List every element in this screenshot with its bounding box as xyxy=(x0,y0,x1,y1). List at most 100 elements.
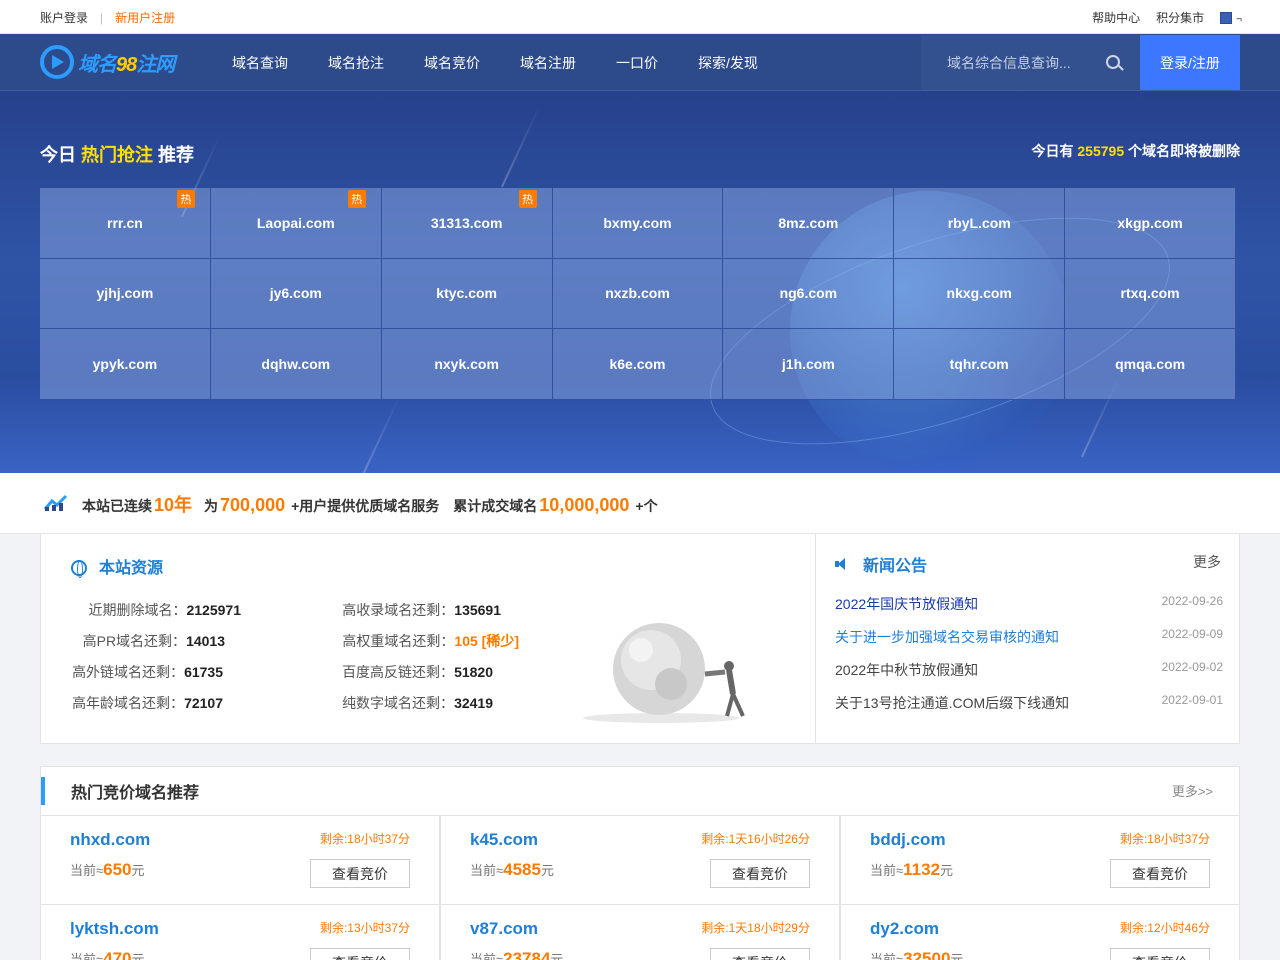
auction-card: v87.com 剩余:1天18小时29分当前≈23784元 查看竞价 xyxy=(440,905,840,960)
hot-domain-cell[interactable]: Laopai.com 热 xyxy=(210,188,382,259)
auction-card: lyktsh.com 剩余:13小时37分当前≈470元 查看竞价 xyxy=(40,905,440,960)
hot-domain-cell[interactable]: 8mz.com xyxy=(723,188,895,259)
news-item-date: 2022-09-09 xyxy=(1161,627,1223,641)
auction-domain-name[interactable]: k45.com xyxy=(470,830,538,850)
search-input[interactable] xyxy=(921,35,1101,90)
hot-domain-cell[interactable]: rtxq.com xyxy=(1065,258,1236,330)
stat-item: 近期删除域名：2125971 xyxy=(88,602,241,618)
hot-domain-cell[interactable]: jy6.com xyxy=(210,258,382,330)
help-center-link[interactable]: 帮助中心 xyxy=(1092,9,1140,26)
domain-name: ypyk.com xyxy=(92,356,158,373)
main-nav: 域名98注网 域名查询 域名抢注 域名竞价 域名注册 一口价 探索/发现 登录/… xyxy=(0,34,1280,91)
register-link[interactable]: 新用户注册 xyxy=(115,9,175,26)
top-bar: 账户登录 | 新用户注册 帮助中心 积分集市 ¬ xyxy=(0,0,1280,34)
domain-name: rbyL.com xyxy=(947,214,1011,231)
hot-domain-cell[interactable]: qmqa.com xyxy=(1065,329,1236,400)
chart-trend-icon xyxy=(44,494,68,511)
auction-domain-name[interactable]: dy2.com xyxy=(870,919,939,939)
domain-name: tqhr.com xyxy=(949,356,1009,373)
stat-item: 高外链域名还剩：61735 xyxy=(72,664,223,680)
time-remaining: 剩余:12小时46分 xyxy=(1119,921,1210,935)
nav-item-auction[interactable]: 域名竞价 xyxy=(424,53,480,73)
hot-domain-cell[interactable]: 31313.com 热 xyxy=(381,188,553,259)
hot-domain-cell[interactable]: rbyL.com xyxy=(894,188,1066,259)
view-auction-button[interactable]: 查看竞价 xyxy=(710,948,810,960)
hot-badge: 热 xyxy=(176,190,195,208)
view-auction-button[interactable]: 查看竞价 xyxy=(1110,948,1210,960)
login-register-button[interactable]: 登录/注册 xyxy=(1140,35,1240,90)
hot-domain-cell[interactable]: tqhr.com xyxy=(894,329,1066,400)
hot-domain-cell[interactable]: rrr.cn 热 xyxy=(40,188,211,259)
streak-decoration xyxy=(501,104,541,188)
auction-domain-name[interactable]: bddj.com xyxy=(870,830,946,850)
hot-domain-cell[interactable]: ng6.com xyxy=(723,258,895,330)
hot-domain-cell[interactable]: ktyc.com xyxy=(381,258,553,330)
auction-more-link[interactable]: 更多>> xyxy=(1172,781,1213,800)
section-title: 热门竞价域名推荐 xyxy=(71,785,200,802)
domain-name: k6e.com xyxy=(609,356,666,373)
divider xyxy=(815,534,816,744)
auction-section-header: 热门竞价域名推荐 更多>> xyxy=(40,766,1240,816)
domain-name: Laopai.com xyxy=(256,214,335,231)
hot-domain-grid: rrr.cn 热 Laopai.com 热 31313.com 热 bxmy.com 8mz.… xyxy=(40,188,1236,400)
site-logo[interactable]: 域名98注网 xyxy=(40,42,175,82)
news-item[interactable]: 2022年国庆节放假通知 2022-09-26 xyxy=(835,594,1223,614)
hot-domain-cell[interactable]: xkgp.com xyxy=(1065,188,1236,259)
hot-domain-cell[interactable]: nxyk.com xyxy=(381,329,553,400)
mobile-icon[interactable]: ¬ xyxy=(1220,11,1242,25)
nav-item-register[interactable]: 域名注册 xyxy=(520,53,576,73)
auction-domain-name[interactable]: nhxd.com xyxy=(70,830,150,850)
deleting-count: 今日有 255795 个域名即将被删除 xyxy=(1031,143,1241,159)
auction-domain-name[interactable]: lyktsh.com xyxy=(70,919,159,939)
login-link[interactable]: 账户登录 xyxy=(40,9,88,26)
hot-domain-cell[interactable]: ypyk.com xyxy=(40,329,211,400)
domain-name: nxzb.com xyxy=(605,285,670,302)
domain-name: bxmy.com xyxy=(603,214,672,231)
boulder-illustration xyxy=(583,623,745,723)
news-item[interactable]: 2022年中秋节放假通知 2022-09-02 xyxy=(835,660,1223,680)
news-title: 新闻公告 xyxy=(835,552,927,576)
hot-domain-cell[interactable]: k6e.com xyxy=(552,329,724,400)
domain-name: jy6.com xyxy=(269,285,322,302)
nav-item-snapback[interactable]: 域名抢注 xyxy=(328,53,384,73)
time-remaining: 剩余:18小时37分 xyxy=(1119,832,1210,846)
view-auction-button[interactable]: 查看竞价 xyxy=(310,948,410,960)
streak-decoration xyxy=(361,394,401,473)
hot-domain-cell[interactable]: nxzb.com xyxy=(552,258,724,330)
logo-icon xyxy=(40,45,74,79)
auction-domain-name[interactable]: v87.com xyxy=(470,919,538,939)
hot-domain-cell[interactable]: nkxg.com xyxy=(894,258,1066,330)
news-item-title[interactable]: 2022年国庆节放假通知 xyxy=(835,594,978,614)
time-remaining: 剩余:18小时37分 xyxy=(319,832,410,846)
view-auction-button[interactable]: 查看竞价 xyxy=(1110,859,1210,888)
auction-cards: nhxd.com 剩余:18小时37分 当前≈650元 查看竞价 k45.com 剩余:1… xyxy=(40,816,1240,960)
time-remaining: 剩余:1天16小时26分 xyxy=(701,832,810,846)
news-item-title[interactable]: 2022年中秋节放假通知 xyxy=(835,660,978,680)
domain-name: ktyc.com xyxy=(436,285,497,302)
hot-domain-cell[interactable]: yjhj.com xyxy=(40,258,211,330)
search-icon[interactable] xyxy=(1106,55,1120,69)
view-auction-button[interactable]: 查看竞价 xyxy=(310,859,410,888)
view-auction-button[interactable]: 查看竞价 xyxy=(710,859,810,888)
nav-item-fixed-price[interactable]: 一口价 xyxy=(616,53,658,73)
time-remaining: 剩余:13小时37分 xyxy=(319,921,410,935)
time-remaining: 剩余:1天18小时29分 xyxy=(701,921,810,935)
news-item-title[interactable]: 关于13号抢注通道.COM后缀下线通知 xyxy=(835,693,1069,713)
nav-item-explore[interactable]: 探索/发现 xyxy=(698,53,758,73)
domain-name: xkgp.com xyxy=(1117,214,1183,231)
domain-name: qmqa.com xyxy=(1115,356,1186,373)
nav-item-domain-query[interactable]: 域名查询 xyxy=(232,53,288,73)
hot-domain-cell[interactable]: j1h.com xyxy=(723,329,895,400)
hot-domain-cell[interactable]: bxmy.com xyxy=(552,188,724,259)
resource-panel: 本站资源 近期删除域名：2125971 高PR域名还剩：14013 高外链域名还… xyxy=(40,534,1240,744)
resources-title: 本站资源 xyxy=(71,554,163,578)
stat-item: 高权重域名还剩：105 [稀少] xyxy=(342,633,519,649)
news-more-link[interactable]: 更多 xyxy=(1193,552,1221,572)
points-market-link[interactable]: 积分集市 xyxy=(1156,9,1204,26)
news-item-title[interactable]: 关于进一步加强域名交易审核的通知 xyxy=(835,627,1059,647)
stat-item: 纯数字域名还剩：32419 xyxy=(342,695,493,711)
domain-name: dqhw.com xyxy=(261,356,331,373)
news-item[interactable]: 关于13号抢注通道.COM后缀下线通知 2022-09-01 xyxy=(835,693,1223,713)
news-item[interactable]: 关于进一步加强域名交易审核的通知 2022-09-09 xyxy=(835,627,1223,647)
hot-domain-cell[interactable]: dqhw.com xyxy=(210,329,382,400)
